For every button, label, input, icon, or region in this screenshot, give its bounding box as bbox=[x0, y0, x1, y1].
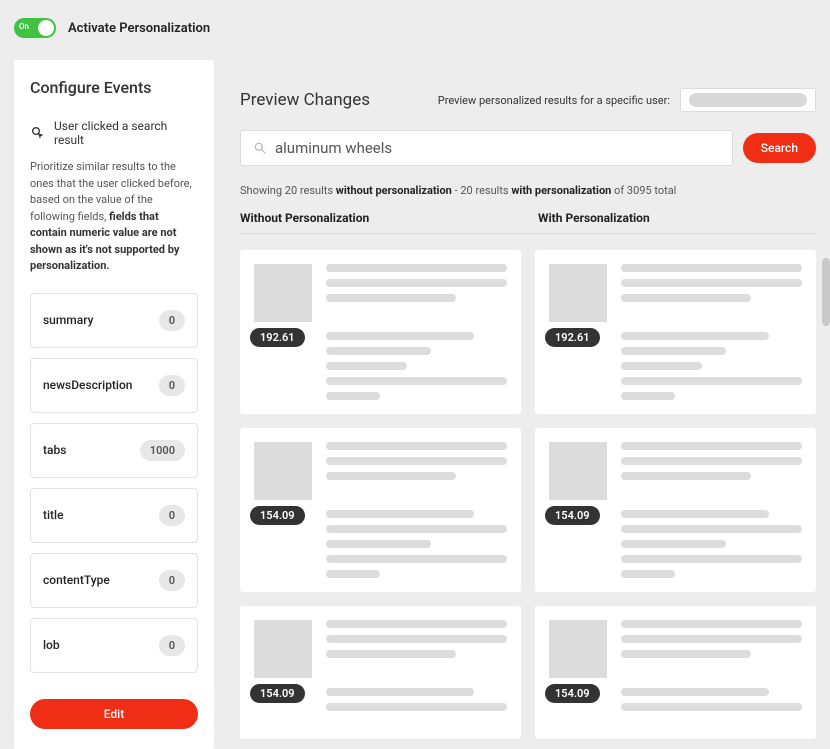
edit-button[interactable]: Edit bbox=[30, 699, 198, 729]
field-boost-badge: 0 bbox=[159, 505, 185, 526]
field-card-summary[interactable]: summary 0 bbox=[30, 293, 198, 348]
field-name: newsDescription bbox=[43, 378, 132, 392]
result-thumbnail bbox=[549, 442, 607, 500]
result-card[interactable]: 154.09 bbox=[240, 606, 521, 739]
field-card-title[interactable]: title 0 bbox=[30, 488, 198, 543]
activate-label: Activate Personalization bbox=[68, 21, 210, 36]
results-summary: Showing 20 results without personalizati… bbox=[240, 184, 816, 197]
result-card[interactable]: 154.09 bbox=[240, 428, 521, 592]
field-name: title bbox=[43, 508, 64, 522]
score-badge: 154.09 bbox=[545, 506, 600, 525]
search-input[interactable] bbox=[275, 139, 720, 157]
event-label: User clicked a search result bbox=[54, 119, 198, 147]
result-thumbnail bbox=[549, 620, 607, 678]
placeholder-lines bbox=[621, 442, 802, 480]
configure-events-panel: Configure Events User clicked a search r… bbox=[14, 60, 214, 749]
result-thumbnail bbox=[254, 620, 312, 678]
result-thumbnail bbox=[549, 264, 607, 322]
search-box[interactable] bbox=[240, 130, 733, 166]
divider bbox=[240, 233, 816, 234]
placeholder-lines bbox=[326, 264, 507, 302]
field-name: lob bbox=[43, 638, 60, 652]
field-card-contentType[interactable]: contentType 0 bbox=[30, 553, 198, 608]
result-card[interactable]: 192.61 bbox=[535, 250, 816, 414]
field-boost-badge: 1000 bbox=[140, 440, 185, 461]
sidebar-title: Configure Events bbox=[30, 78, 198, 97]
placeholder-lines bbox=[621, 264, 802, 302]
cursor-click-icon bbox=[30, 125, 46, 141]
result-card[interactable]: 154.09 bbox=[535, 606, 816, 739]
activate-toggle[interactable]: On bbox=[14, 18, 56, 38]
user-select-input[interactable] bbox=[680, 88, 816, 112]
score-badge: 154.09 bbox=[250, 506, 305, 525]
field-card-tabs[interactable]: tabs 1000 bbox=[30, 423, 198, 478]
toggle-knob bbox=[38, 20, 54, 36]
search-icon bbox=[253, 141, 267, 155]
field-name: tabs bbox=[43, 443, 66, 457]
field-boost-badge: 0 bbox=[159, 570, 185, 591]
score-badge: 154.09 bbox=[545, 684, 600, 703]
result-card[interactable]: 192.61 bbox=[240, 250, 521, 414]
placeholder-lines bbox=[621, 620, 802, 658]
field-boost-badge: 0 bbox=[159, 375, 185, 396]
preview-title: Preview Changes bbox=[240, 90, 370, 110]
field-boost-badge: 0 bbox=[159, 635, 185, 656]
search-button[interactable]: Search bbox=[743, 133, 816, 163]
field-card-newsDescription[interactable]: newsDescription 0 bbox=[30, 358, 198, 413]
col-header-without: Without Personalization bbox=[240, 211, 518, 225]
placeholder-lines bbox=[326, 620, 507, 658]
preview-panel: Preview Changes Preview personalized res… bbox=[228, 60, 816, 739]
placeholder-lines bbox=[326, 442, 507, 480]
scrollbar-thumb[interactable] bbox=[822, 258, 830, 326]
score-badge: 154.09 bbox=[250, 684, 305, 703]
score-badge: 192.61 bbox=[545, 328, 600, 347]
field-boost-badge: 0 bbox=[159, 310, 185, 331]
result-thumbnail bbox=[254, 442, 312, 500]
field-name: summary bbox=[43, 313, 93, 327]
placeholder-bar bbox=[689, 93, 807, 107]
toggle-state-label: On bbox=[19, 22, 29, 31]
col-header-with: With Personalization bbox=[538, 211, 816, 225]
result-thumbnail bbox=[254, 264, 312, 322]
event-description: Prioritize similar results to the ones t… bbox=[30, 159, 198, 275]
score-badge: 192.61 bbox=[250, 328, 305, 347]
field-name: contentType bbox=[43, 573, 110, 587]
event-item-clicked-result[interactable]: User clicked a search result bbox=[30, 119, 198, 147]
user-prompt-label: Preview personalized results for a speci… bbox=[438, 94, 670, 107]
result-card[interactable]: 154.09 bbox=[535, 428, 816, 592]
field-card-lob[interactable]: lob 0 bbox=[30, 618, 198, 673]
